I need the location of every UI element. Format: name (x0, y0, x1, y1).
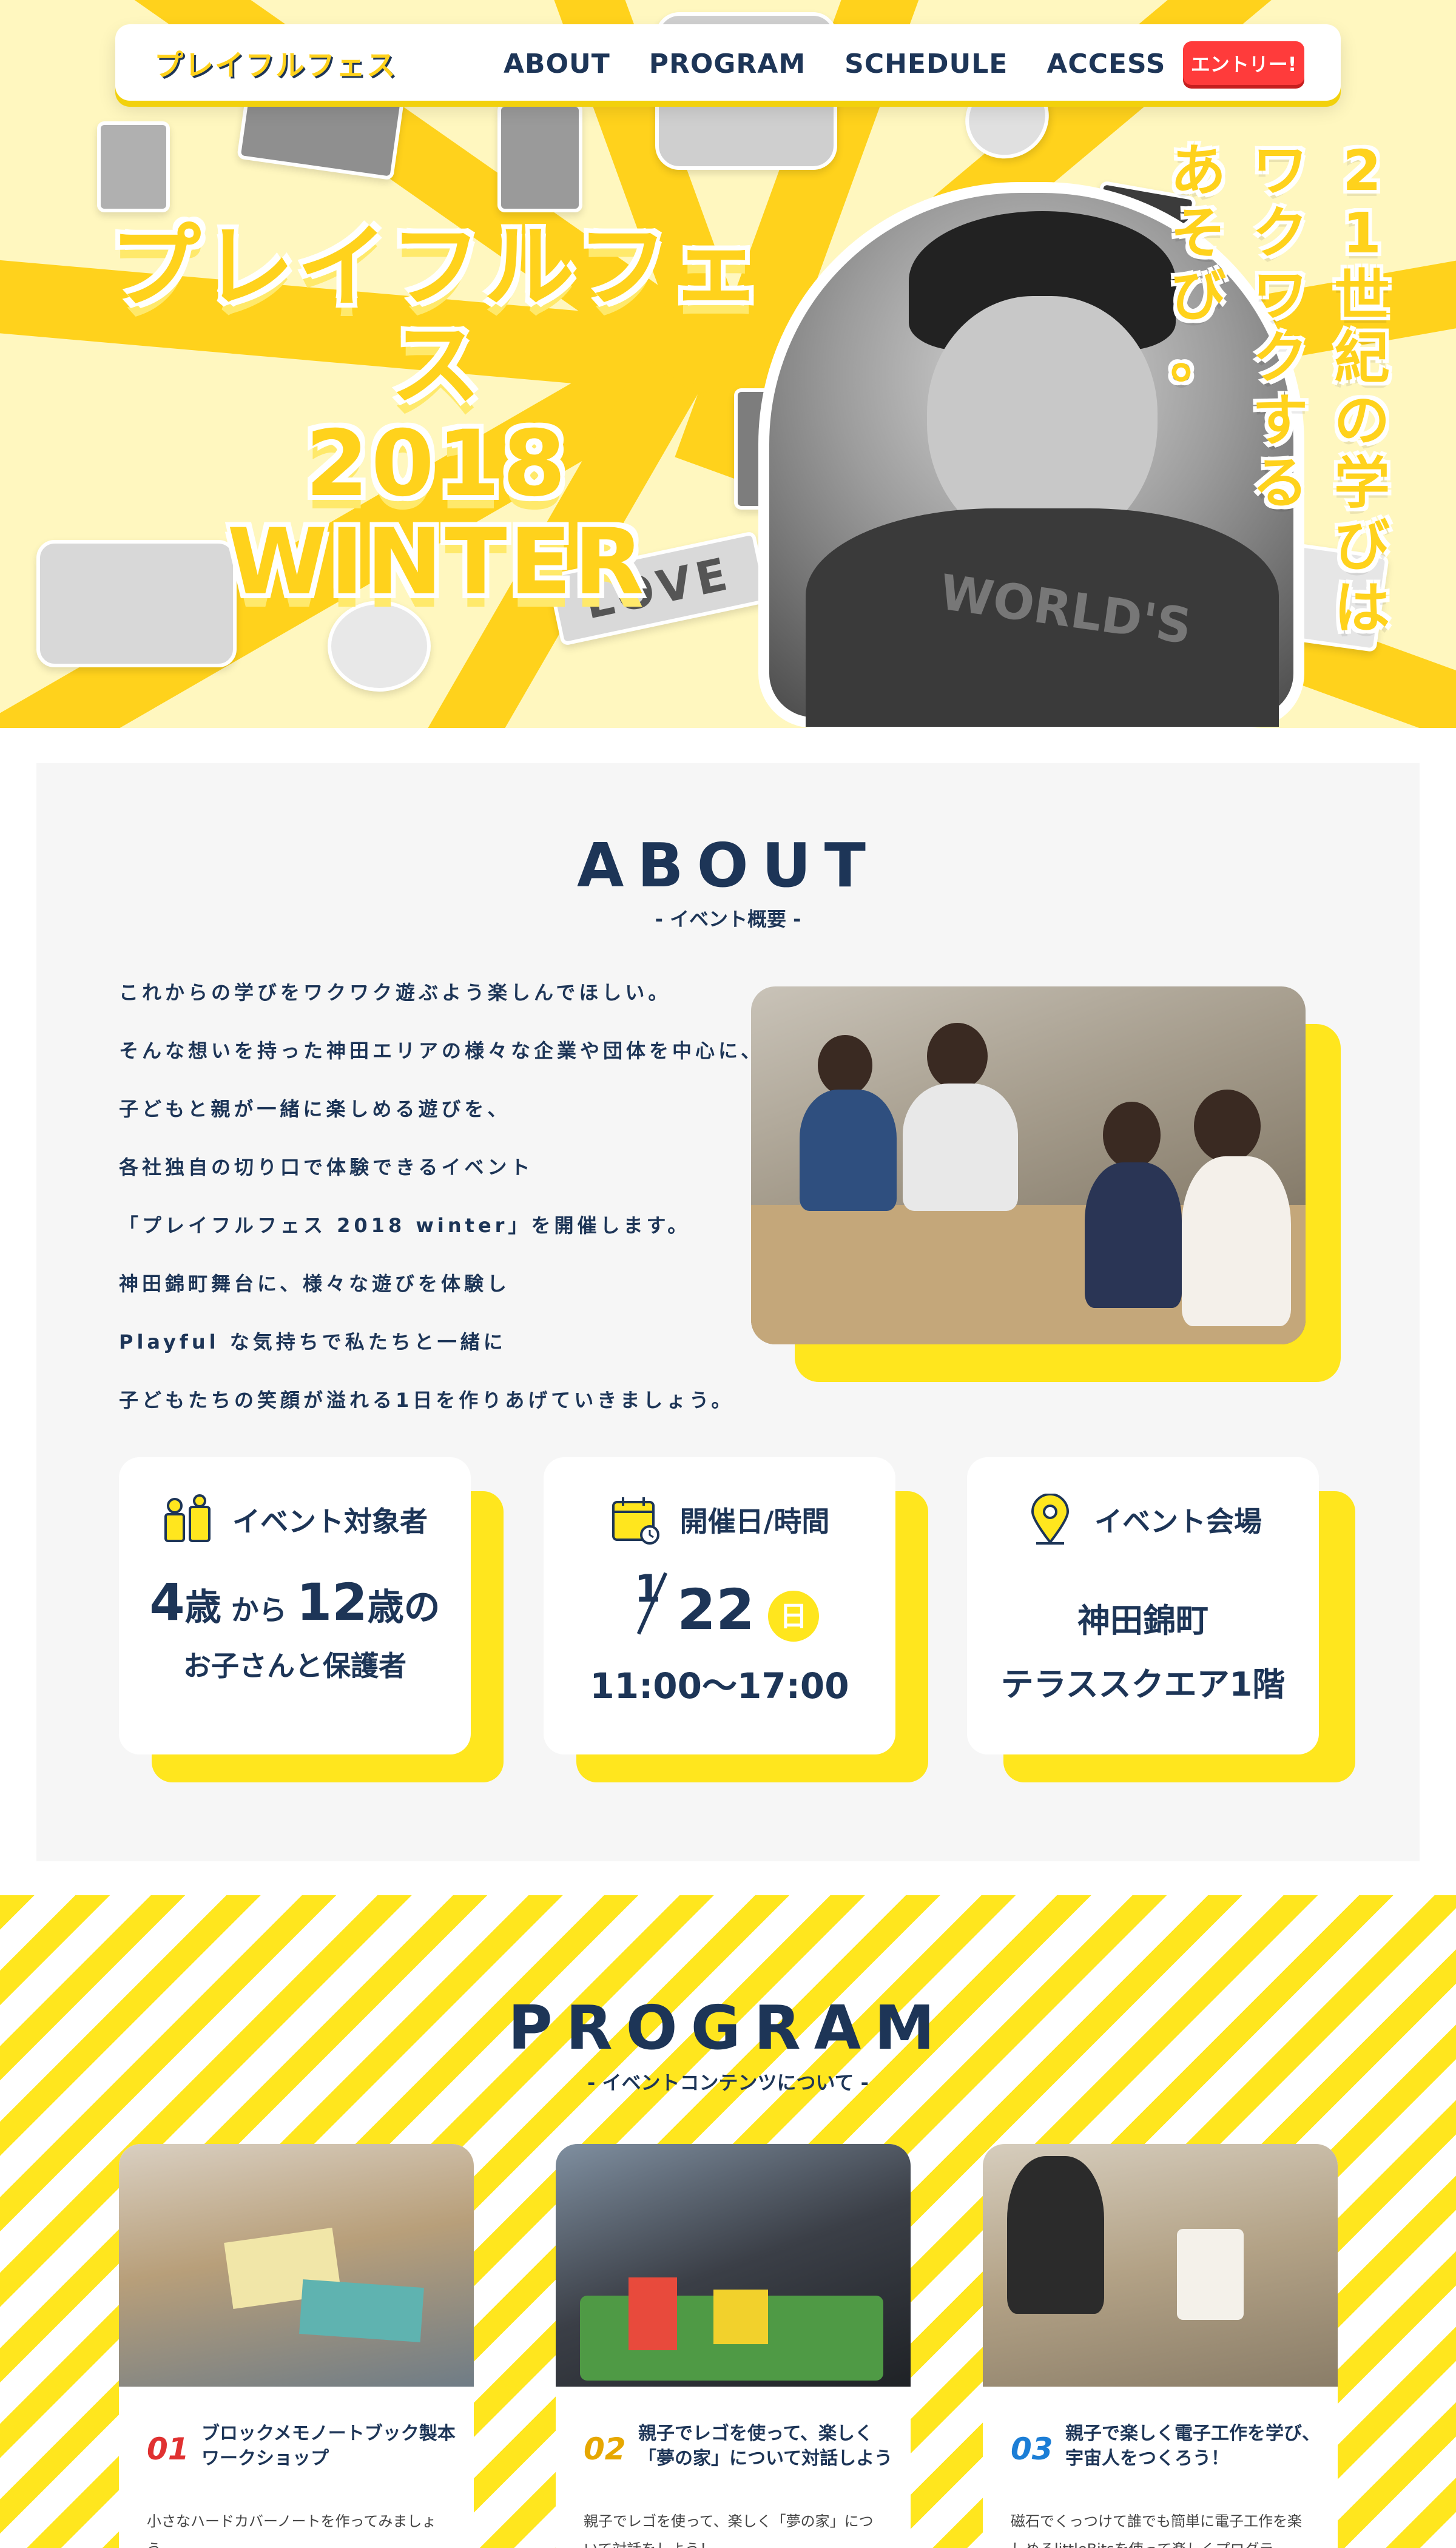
about-line: 子どもと親が一緒に楽しめる遊びを、 (119, 1097, 511, 1121)
age-to: 12 (296, 1572, 368, 1632)
venue-line1: 神田錦町 (1077, 1602, 1208, 1640)
about-text: これからの学びをワクワク遊ぶよう楽しんでほしい。 そんな想いを持った神田エリアの… (119, 963, 817, 1429)
program-section: PROGRAM - イベントコンテンツについて - 01 ブロックメモノートブッ… (0, 1895, 1456, 2548)
card-venue-body: 神田錦町 テラススクエア1階 (967, 1594, 1319, 1705)
age-from-text: から (231, 1594, 287, 1626)
card-head: 開催日/時間 (544, 1494, 895, 1546)
photo-kid (1085, 1162, 1182, 1308)
age-unit: 歳 (184, 1586, 221, 1629)
about-line: 子どもたちの笑顔が溢れる1日を作りあげていきましょう。 (119, 1389, 735, 1412)
card-head: イベント対象者 (119, 1494, 471, 1546)
photo-kid (1103, 1102, 1161, 1168)
card-target-body: 4歳 から 12歳の お子さんと保護者 (119, 1572, 471, 1684)
hero-copy-col2: ワクワクする (1252, 138, 1308, 516)
date-day: 22 (677, 1577, 755, 1642)
program-number: 01 (147, 2432, 189, 2467)
hero-copy-col3: あそび。 (1170, 138, 1226, 391)
calendar-icon (610, 1494, 662, 1546)
hero-title-line3: WINTER (227, 510, 647, 615)
hero-title-line1: プレイフルフェス (109, 215, 764, 419)
lego-figure-image (97, 121, 170, 212)
program-card[interactable]: 01 ブロックメモノートブック製本ワークショップ 小さなハードカバーノートを作っ… (119, 2144, 474, 2548)
about-line: これからの学びをワクワク遊ぶよう楽しんでほしい。 (119, 981, 672, 1004)
program-item-title: ブロックメモノートブック製本ワークショップ (201, 2423, 456, 2469)
program-image-detail (1007, 2156, 1104, 2314)
about-title: ABOUT (576, 830, 880, 901)
nav-item-program[interactable]: PROGRAM (649, 49, 806, 79)
program-card[interactable]: 02 親子でレゴを使って、楽しく「夢の家」について対話しよう 親子でレゴを使って… (556, 2144, 911, 2548)
card-venue-label: イベント会場 (1094, 1505, 1262, 1538)
program-image (983, 2144, 1338, 2387)
about-line: 神田錦町舞台に、様々な遊びを体験し (119, 1272, 511, 1295)
target-line2: お子さんと保護者 (183, 1650, 406, 1682)
program-subtitle: - イベントコンテンツについて - (587, 2071, 869, 2094)
program-number: 02 (584, 2432, 626, 2467)
program-item-desc: 親子でレゴを使って、楽しく「夢の家」について対話をしよう！ (584, 2513, 874, 2548)
lego-figure-image (497, 103, 582, 212)
photo-kid (1194, 1090, 1261, 1162)
program-image-detail (629, 2277, 677, 2350)
date-time: 11:00〜17:00 (590, 1665, 849, 1707)
program-image-detail (713, 2290, 768, 2344)
venue-line2: テラススクエア1階 (1000, 1665, 1286, 1704)
photo-kid (818, 1035, 872, 1096)
shirt-text: WORLD'S (936, 564, 1195, 655)
site-logo[interactable]: プレイフルフェス (154, 41, 397, 84)
family-icon (162, 1494, 214, 1546)
about-line: そんな想いを持った神田エリアの様々な企業や団体を中心に、 (119, 1039, 764, 1062)
program-title: PROGRAM (508, 1992, 948, 2063)
card-date-label: 開催日/時間 (679, 1505, 830, 1538)
card-target: イベント対象者 4歳 から 12歳の お子さんと保護者 (119, 1457, 471, 1754)
photo-kid (927, 1023, 988, 1090)
program-item-desc: 磁石でくっつけて誰でも簡単に電子工作を楽しめるlittleBitsを使って楽しく… (1011, 2513, 1303, 2548)
hero-title-line2: 2018 (305, 411, 568, 517)
entry-button[interactable]: エントリー! (1183, 41, 1304, 85)
photo-kid (800, 1090, 897, 1211)
card-head: イベント会場 (967, 1493, 1319, 1546)
program-card[interactable]: 03 親子で楽しく電子工作を学び、宇宙人をつくろう！ 磁石でくっつけて誰でも簡単… (983, 2144, 1338, 2548)
top-nav: プレイフルフェス ABOUT PROGRAM SCHEDULE ACCESS エ… (115, 24, 1341, 101)
boy-shirt: WORLD'S (806, 508, 1279, 727)
nav-menu: ABOUT PROGRAM SCHEDULE ACCESS (504, 49, 1165, 79)
about-line: 「プレイフルフェス 2018 winter」を開催します。 (119, 1214, 691, 1237)
program-number: 03 (1011, 2432, 1053, 2467)
age-unit: 歳の (367, 1586, 440, 1629)
card-date: 開催日/時間 1 22 日 11:00〜17:00 (544, 1457, 895, 1754)
program-image-detail (1177, 2229, 1244, 2320)
card-date-body: 1 22 日 11:00〜17:00 (544, 1566, 895, 1708)
hero-title: プレイフルフェス 2018 WINTER (97, 218, 777, 612)
about-photo (751, 986, 1306, 1344)
program-item-title: 親子で楽しく電子工作を学び、宇宙人をつくろう！ (1065, 2423, 1320, 2469)
about-line: Playful な気持ちで私たちと一緒に (119, 1330, 507, 1353)
program-image (119, 2144, 474, 2387)
card-venue: イベント会場 神田錦町 テラススクエア1階 (967, 1457, 1319, 1754)
about-section: ABOUT - イベント概要 - これからの学びをワクワク遊ぶよう楽しんでほしい… (36, 763, 1420, 1861)
program-item-title: 親子でレゴを使って、楽しく「夢の家」について対話しよう (638, 2423, 893, 2469)
hero-section: LOVE プレイフルフェス 2018 WINTER WORLD'S 21世紀の学… (0, 0, 1456, 728)
hero-copy-col1: 21世紀の学びは (1333, 138, 1390, 641)
card-target-label: イベント対象者 (232, 1505, 428, 1538)
about-line: 各社独自の切り口で体験できるイベント (119, 1156, 534, 1179)
program-image-detail (299, 2279, 424, 2342)
location-pin-icon (1024, 1493, 1076, 1546)
nav-item-access[interactable]: ACCESS (1046, 49, 1165, 79)
program-image (556, 2144, 911, 2387)
program-item-desc: 小さなハードカバーノートを作ってみましょう。 (147, 2513, 437, 2548)
nav-item-about[interactable]: ABOUT (504, 49, 610, 79)
age-from: 4 (149, 1572, 185, 1632)
weekday-badge: 日 (768, 1591, 819, 1642)
about-subtitle: - イベント概要 - (655, 908, 801, 931)
nav-item-schedule[interactable]: SCHEDULE (844, 49, 1008, 79)
photo-kid (1182, 1156, 1291, 1326)
photo-kid (903, 1084, 1018, 1211)
